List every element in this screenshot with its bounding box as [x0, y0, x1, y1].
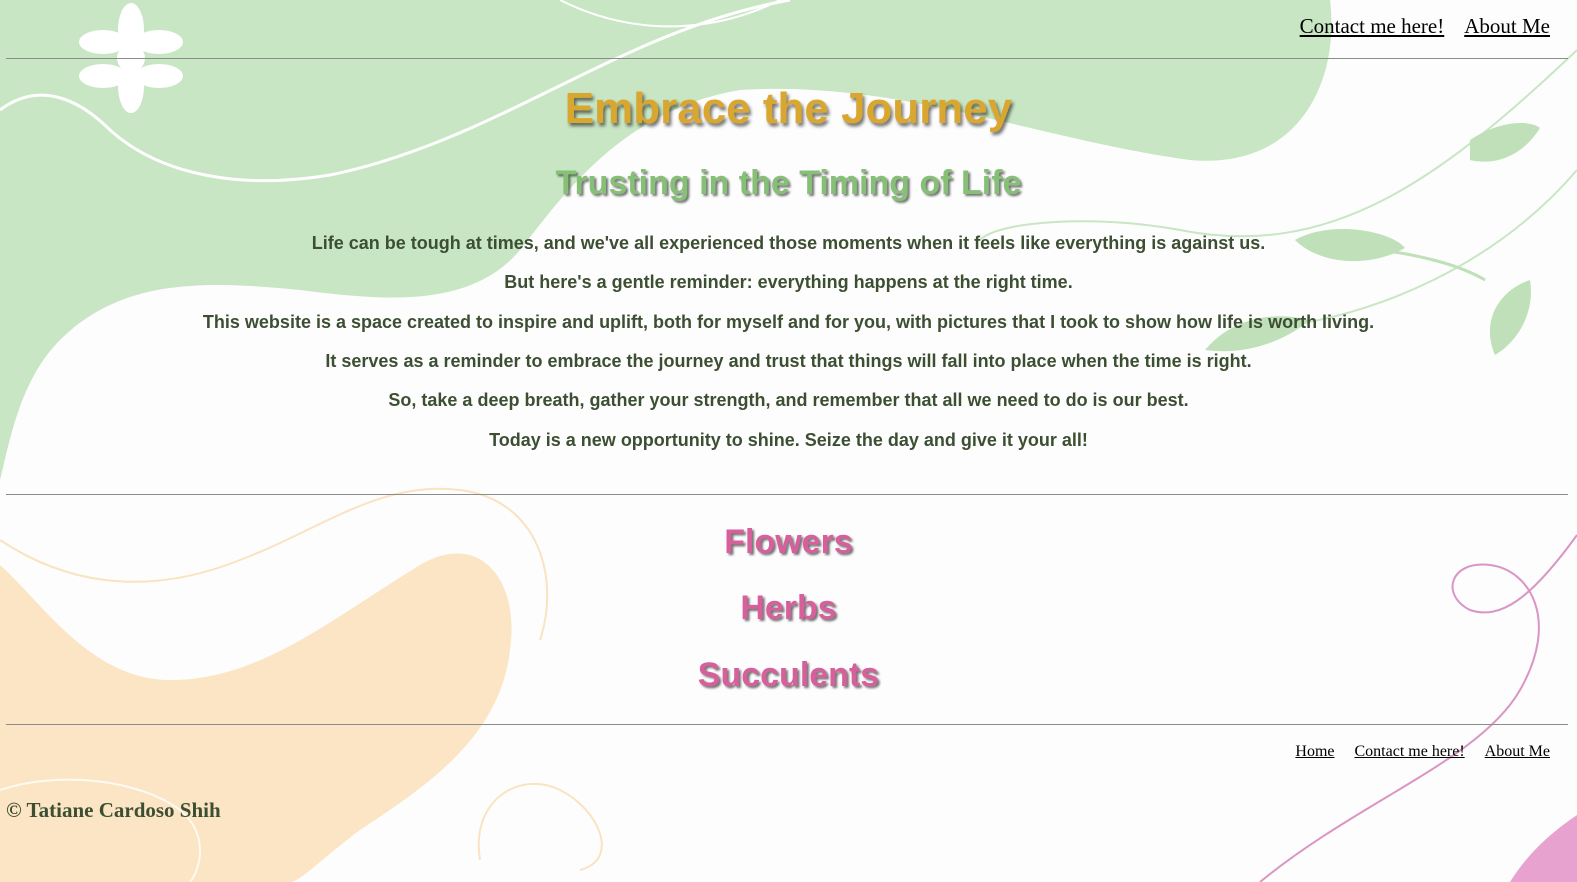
page-subtitle: Trusting in the Timing of Life	[555, 164, 1022, 202]
category-herbs[interactable]: Herbs	[0, 589, 1577, 628]
footer-home-link[interactable]: Home	[1295, 743, 1334, 761]
intro-paragraph: Life can be tough at times, and we've al…	[311, 233, 1266, 253]
nav-about-link[interactable]: About Me	[1464, 14, 1550, 39]
footer-divider	[6, 724, 1568, 725]
footer-contact-link[interactable]: Contact me here!	[1355, 743, 1465, 761]
intro-paragraph: It serves as a reminder to embrace the j…	[325, 351, 1252, 371]
section-divider	[6, 494, 1568, 495]
category-flowers[interactable]: Flowers	[0, 523, 1577, 562]
category-succulents[interactable]: Succulents	[0, 656, 1577, 695]
copyright-text: © Tatiane Cardoso Shih	[6, 798, 221, 822]
intro-paragraph: So, take a deep breath, gather your stre…	[388, 390, 1189, 410]
nav-contact-link[interactable]: Contact me here!	[1300, 14, 1445, 39]
page-title: Embrace the Journey	[564, 84, 1013, 133]
intro-paragraph: Today is a new opportunity to shine. Sei…	[489, 430, 1088, 450]
intro-paragraph: But here's a gentle reminder: everything…	[504, 272, 1073, 292]
footer-about-link[interactable]: About Me	[1485, 743, 1550, 761]
page: Contact me here! About Me Embrace the Jo…	[0, 0, 1577, 882]
top-nav: Contact me here! About Me	[1300, 14, 1550, 39]
header-divider	[6, 58, 1568, 59]
footer-nav: Home Contact me here! About Me	[1295, 743, 1550, 761]
intro-paragraph: This website is a space created to inspi…	[202, 312, 1375, 332]
